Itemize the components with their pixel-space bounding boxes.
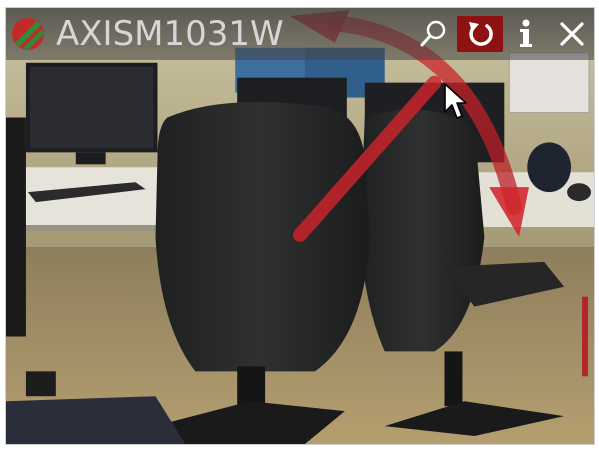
search-button[interactable]: [416, 16, 450, 52]
rotate-icon: [469, 22, 493, 46]
search-icon: [420, 20, 446, 47]
camera-window: AXISM1031W: [5, 7, 595, 445]
camera-name: AXISM1031W: [56, 14, 284, 54]
title-bar: AXISM1031W: [6, 8, 594, 60]
rotate-button[interactable]: [457, 16, 503, 52]
close-button[interactable]: [554, 16, 590, 52]
close-icon: [560, 22, 584, 46]
axis-logo-icon: [12, 18, 44, 50]
mouse-pointer-icon: [444, 83, 467, 119]
camera-feed: [6, 8, 594, 444]
info-button[interactable]: [511, 16, 541, 52]
info-icon: [520, 19, 532, 47]
